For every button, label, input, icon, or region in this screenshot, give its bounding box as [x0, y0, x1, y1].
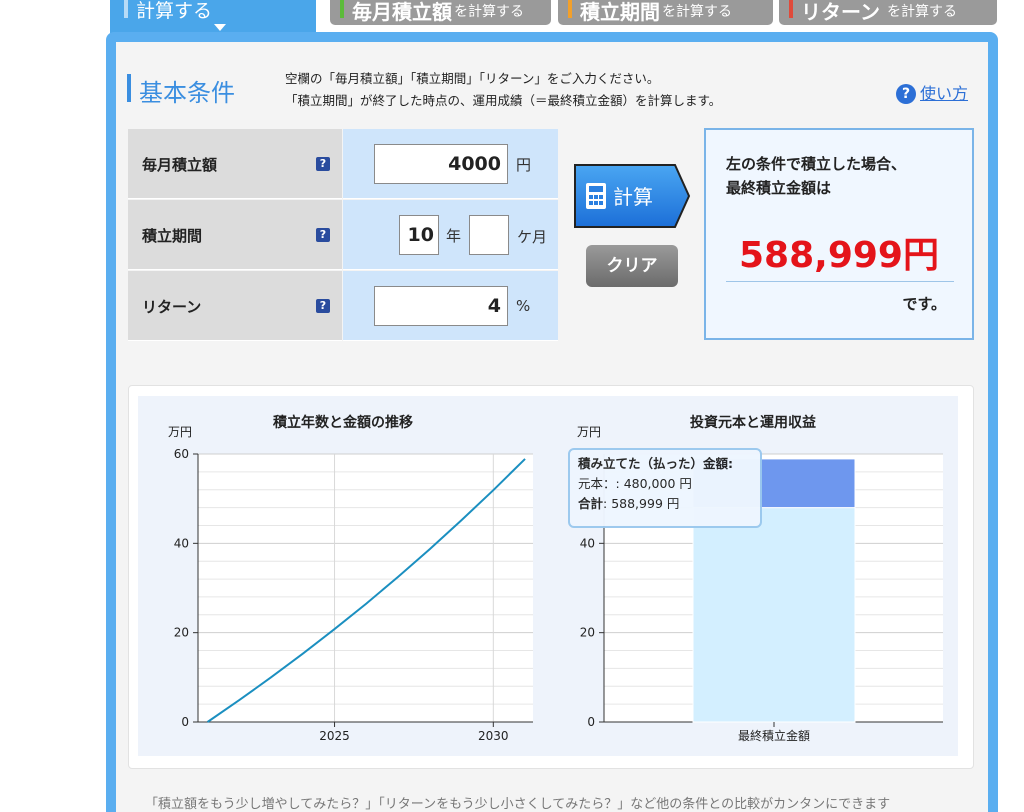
- calculate-button-shape: 計算: [574, 164, 691, 228]
- monthly-label-cell: 毎月積立額 ?: [128, 129, 342, 199]
- y-tick-label: 0: [181, 715, 189, 729]
- y-tick-label: 60: [174, 447, 189, 461]
- x-tick-label: 2030: [478, 729, 509, 743]
- return-label-cell: リターン ?: [128, 271, 342, 341]
- tooltip-total-value: : 588,999 円: [603, 496, 680, 511]
- result-caption-line-1: 左の条件で積立した場合、: [726, 155, 907, 173]
- bar-principal: [692, 507, 856, 723]
- tab-accent: [789, 0, 793, 18]
- help-icon[interactable]: ?: [316, 157, 330, 171]
- return-input[interactable]: 4: [374, 286, 508, 326]
- monthly-value-cell: 4000 円: [343, 129, 558, 199]
- result-amount: 588,999円: [739, 235, 939, 276]
- tooltip-principal-label: 元本：: [578, 476, 616, 491]
- tab-accent: [124, 0, 128, 18]
- monthly-unit: 円: [516, 156, 532, 174]
- section-title: 基本条件: [139, 79, 235, 107]
- y-tick-label: 40: [580, 536, 595, 550]
- tooltip-title: 積み立てた（払った）金額:: [578, 456, 733, 471]
- period-value-cell: 10 年 ケ月: [343, 200, 558, 270]
- tooltip-total: 合計: 588,999 円: [578, 494, 752, 514]
- line-chart-panel: 積立年数と金額の推移 万円 2025 2030 0 20 40 60: [138, 396, 548, 756]
- y-tick-label: 20: [174, 626, 189, 640]
- period-year-unit: 年: [446, 227, 462, 245]
- clear-button[interactable]: クリア: [586, 245, 678, 287]
- tab-accent: [340, 0, 344, 18]
- y-tick-label: 20: [580, 626, 595, 640]
- monthly-label: 毎月積立額: [142, 156, 218, 174]
- tab-monthly[interactable]: 毎月積立額 を計算する: [330, 0, 551, 25]
- tab-sublabel: を計算する: [887, 4, 957, 20]
- tab-return[interactable]: リターン を計算する: [779, 0, 997, 25]
- calculate-label: 計算: [613, 185, 653, 209]
- return-value-cell: 4 %: [343, 271, 558, 341]
- result-divider: [726, 281, 954, 282]
- x-tick-label: 最終積立金額: [738, 728, 810, 743]
- result-suffix: です。: [902, 295, 946, 313]
- y-tick-label: 40: [174, 536, 189, 550]
- tab-sublabel: を計算する: [454, 4, 524, 20]
- tooltip-principal-value: : 480,000 円: [615, 476, 692, 491]
- tooltip-principal: 元本：: 480,000 円: [578, 474, 752, 494]
- active-caret-icon: [214, 24, 226, 31]
- monthly-amount-input[interactable]: 4000: [374, 144, 508, 184]
- section-accent: [127, 74, 131, 102]
- tab-label: リターン: [801, 0, 880, 24]
- result-caption: 左の条件で積立した場合、 最終積立金額は: [726, 152, 906, 200]
- howto-link[interactable]: ? 使い方: [896, 80, 968, 104]
- period-label: 積立期間: [142, 227, 203, 245]
- tab-calculate[interactable]: 計算する: [110, 0, 316, 36]
- y-tick-label: 0: [587, 715, 595, 729]
- tab-period[interactable]: 積立期間 を計算する: [558, 0, 773, 25]
- description-line-1: 空欄の「毎月積立額」「積立期間」「リターン」をご入力ください。: [285, 71, 660, 86]
- howto-label: 使い方: [920, 84, 969, 103]
- return-label: リターン: [142, 298, 202, 316]
- tab-label: 積立期間: [580, 0, 660, 24]
- x-tick-label: 2025: [319, 729, 350, 743]
- return-unit: %: [516, 297, 531, 315]
- tab-label: 毎月積立額: [352, 0, 452, 24]
- line-plot-area: [198, 454, 533, 722]
- chart-tooltip: 積み立てた（払った）金額: 元本：: 480,000 円 合計: 588,999…: [568, 448, 762, 528]
- description: 空欄の「毎月積立額」「積立期間」「リターン」をご入力ください。 「積立期間」が終…: [285, 68, 721, 112]
- help-icon[interactable]: ?: [316, 299, 330, 313]
- result-box: 左の条件で積立した場合、 最終積立金額は 588,999円 です。: [704, 128, 974, 340]
- description-line-2: 「積立期間」が終了した時点の、運用成績（＝最終積立金額）を計算します。: [285, 93, 722, 108]
- result-caption-line-2: 最終積立金額は: [726, 179, 832, 197]
- calculate-button[interactable]: 計算: [573, 163, 691, 229]
- tab-accent: [568, 0, 572, 18]
- tab-label: 計算する: [136, 0, 213, 22]
- line-chart: 2025 2030 0 20 40 60: [174, 447, 533, 743]
- calculator-icon: [586, 183, 606, 209]
- tab-sublabel: を計算する: [662, 4, 732, 20]
- period-label-cell: 積立期間 ?: [128, 200, 342, 270]
- period-years-input[interactable]: 10: [399, 215, 439, 255]
- period-months-input[interactable]: [469, 215, 509, 255]
- help-icon[interactable]: ?: [316, 228, 330, 242]
- period-month-unit: ケ月: [517, 228, 548, 246]
- tooltip-total-label: 合計: [578, 496, 604, 511]
- help-circle-icon: ?: [896, 84, 916, 104]
